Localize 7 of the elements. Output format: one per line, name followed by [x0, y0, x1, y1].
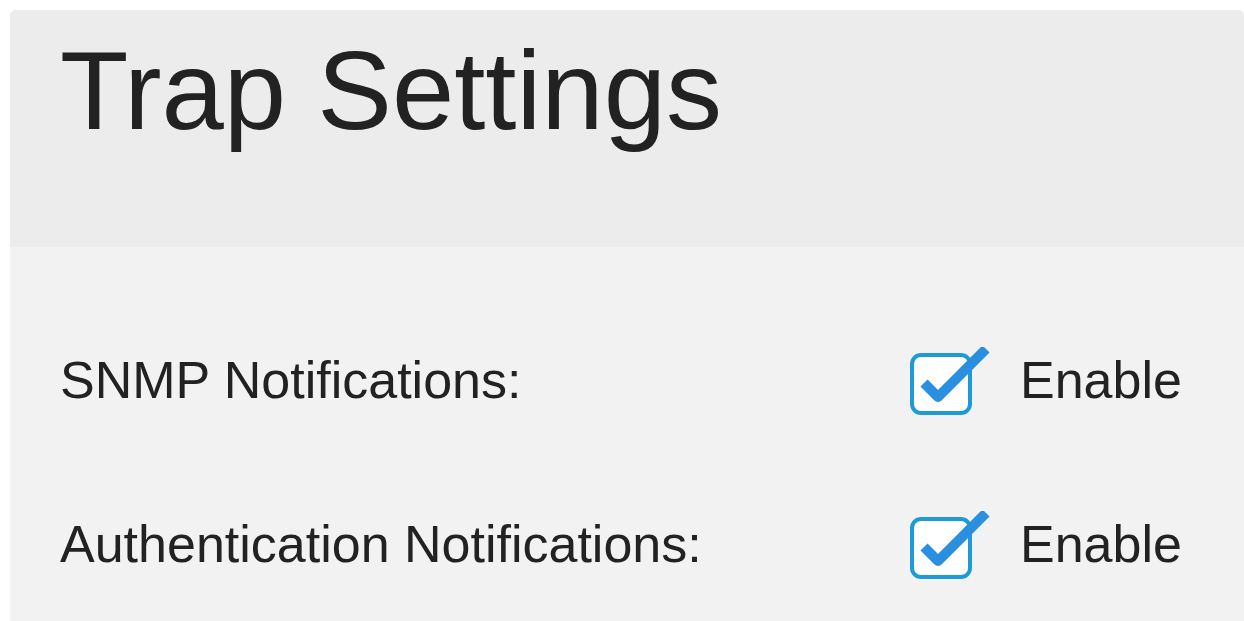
page-title: Trap Settings	[60, 27, 722, 155]
field-label: SNMP Notifications:	[60, 352, 522, 410]
checkbox[interactable]	[910, 347, 990, 415]
checkbox-label: Enable	[1020, 352, 1182, 410]
field-label: Authentication Notifications:	[60, 516, 702, 574]
checkbox-label: Enable	[1020, 516, 1182, 574]
checkbox[interactable]	[910, 511, 990, 579]
